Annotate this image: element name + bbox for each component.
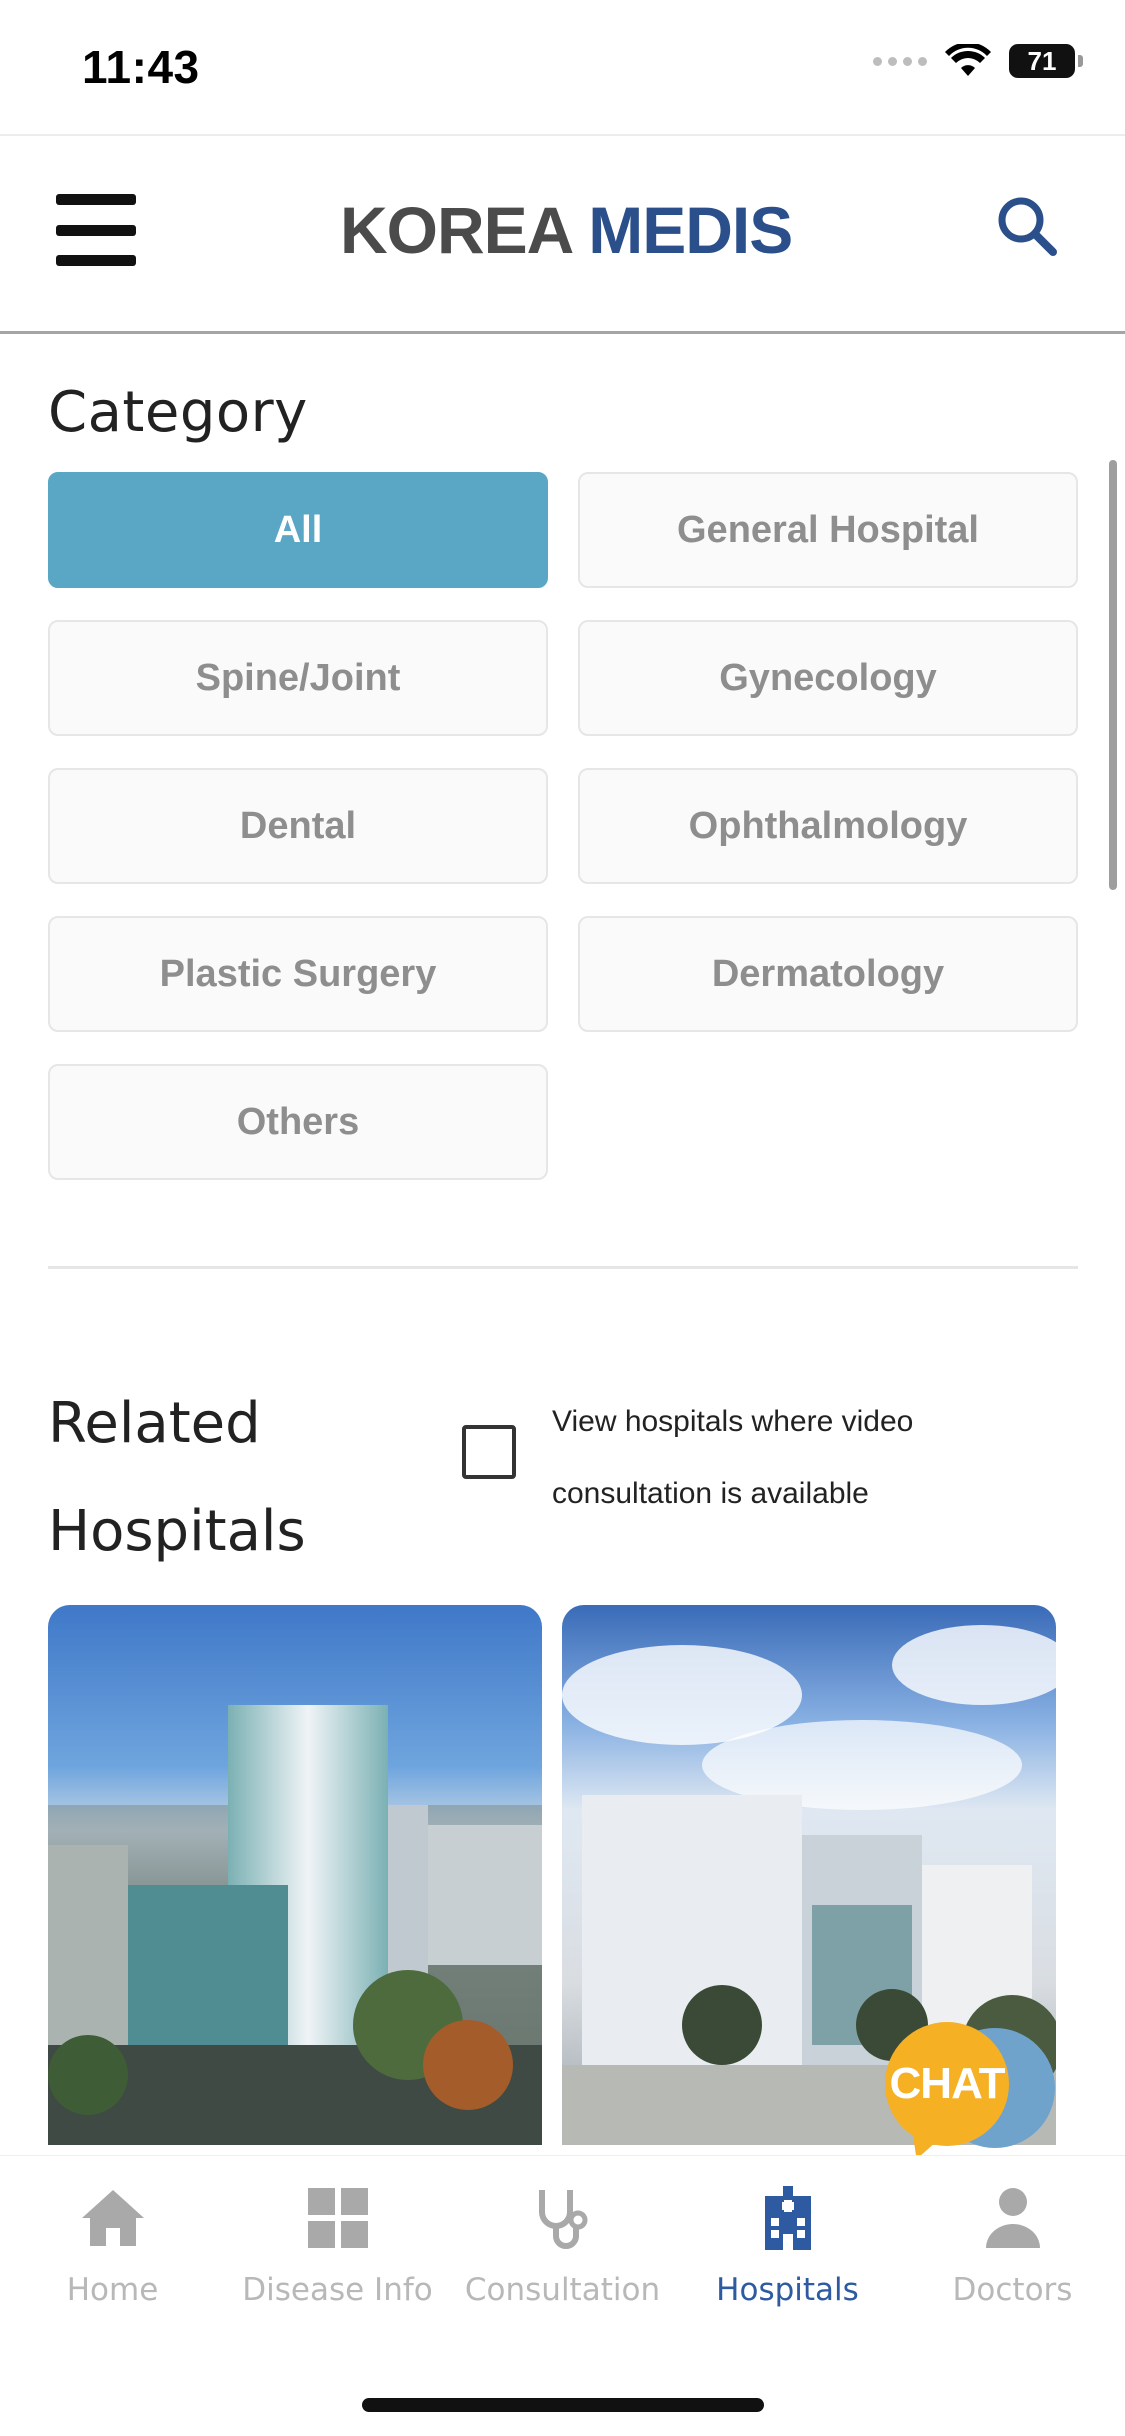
tab-label: Home (66, 2272, 159, 2308)
logo-korea: KOREA (340, 193, 572, 267)
app-logo[interactable]: KOREA MEDIS (340, 192, 793, 268)
tab-disease-info[interactable]: Disease Info (225, 2186, 450, 2308)
cellular-signal-icon (873, 56, 927, 66)
scrollbar[interactable] (1109, 460, 1117, 890)
logo-medis: MEDIS (588, 193, 793, 267)
category-plastic-surgery-button[interactable]: Plastic Surgery (48, 916, 548, 1032)
chat-bubble-icon: CHAT (885, 2022, 1009, 2146)
video-consultation-label[interactable]: View hospitals where video consultation … (552, 1386, 1032, 1530)
tab-label: Hospitals (716, 2272, 859, 2308)
grid-icon (307, 2188, 368, 2248)
bottom-tab-bar: Home Disease Info Consultation Hospitals (0, 2155, 1125, 2436)
category-ophthalmology-button[interactable]: Ophthalmology (578, 768, 1078, 884)
tab-home[interactable]: Home (0, 2186, 225, 2308)
tab-consultation[interactable]: Consultation (450, 2186, 675, 2308)
status-time: 11:43 (82, 41, 200, 93)
home-indicator (362, 2398, 764, 2412)
hospital-icon (764, 2186, 811, 2250)
category-dental-button[interactable]: Dental (48, 768, 548, 884)
status-indicators: 71 (873, 44, 1083, 78)
category-general-hospital-button[interactable]: General Hospital (578, 472, 1078, 588)
tab-doctors[interactable]: Doctors (900, 2186, 1125, 2308)
category-spine-joint-button[interactable]: Spine/Joint (48, 620, 548, 736)
category-dermatology-button[interactable]: Dermatology (578, 916, 1078, 1032)
battery-level: 71 (1027, 45, 1057, 76)
tab-hospitals[interactable]: Hospitals (675, 2186, 900, 2308)
hospital-card[interactable] (48, 1605, 542, 2145)
category-title: Category (48, 380, 308, 445)
app-header: KOREA MEDIS (0, 134, 1125, 334)
status-bar: 11:43 71 (0, 0, 1125, 134)
chat-button[interactable]: CHAT (885, 2022, 1055, 2150)
category-all-button[interactable]: All (48, 472, 548, 588)
person-icon (985, 2188, 1040, 2248)
home-icon (81, 2190, 144, 2246)
hospital-photo (48, 1705, 542, 2145)
tab-label: Disease Info (242, 2272, 433, 2308)
wifi-icon (945, 44, 991, 76)
stethoscope-icon (538, 2190, 587, 2249)
category-gynecology-button[interactable]: Gynecology (578, 620, 1078, 736)
chat-label: CHAT (889, 2059, 1006, 2108)
section-divider (48, 1266, 1078, 1269)
category-others-button[interactable]: Others (48, 1064, 548, 1180)
tab-label: Consultation (464, 2272, 661, 2308)
related-hospitals-title: Related Hospitals (48, 1391, 306, 1564)
tab-label: Doctors (952, 2272, 1073, 2308)
battery-icon: 71 (1009, 44, 1083, 78)
hamburger-menu-icon[interactable] (56, 194, 136, 266)
category-grid: All General Hospital Spine/Joint Gynecol… (48, 472, 1078, 1180)
search-icon[interactable] (995, 194, 1059, 258)
video-consultation-checkbox[interactable] (462, 1425, 516, 1479)
